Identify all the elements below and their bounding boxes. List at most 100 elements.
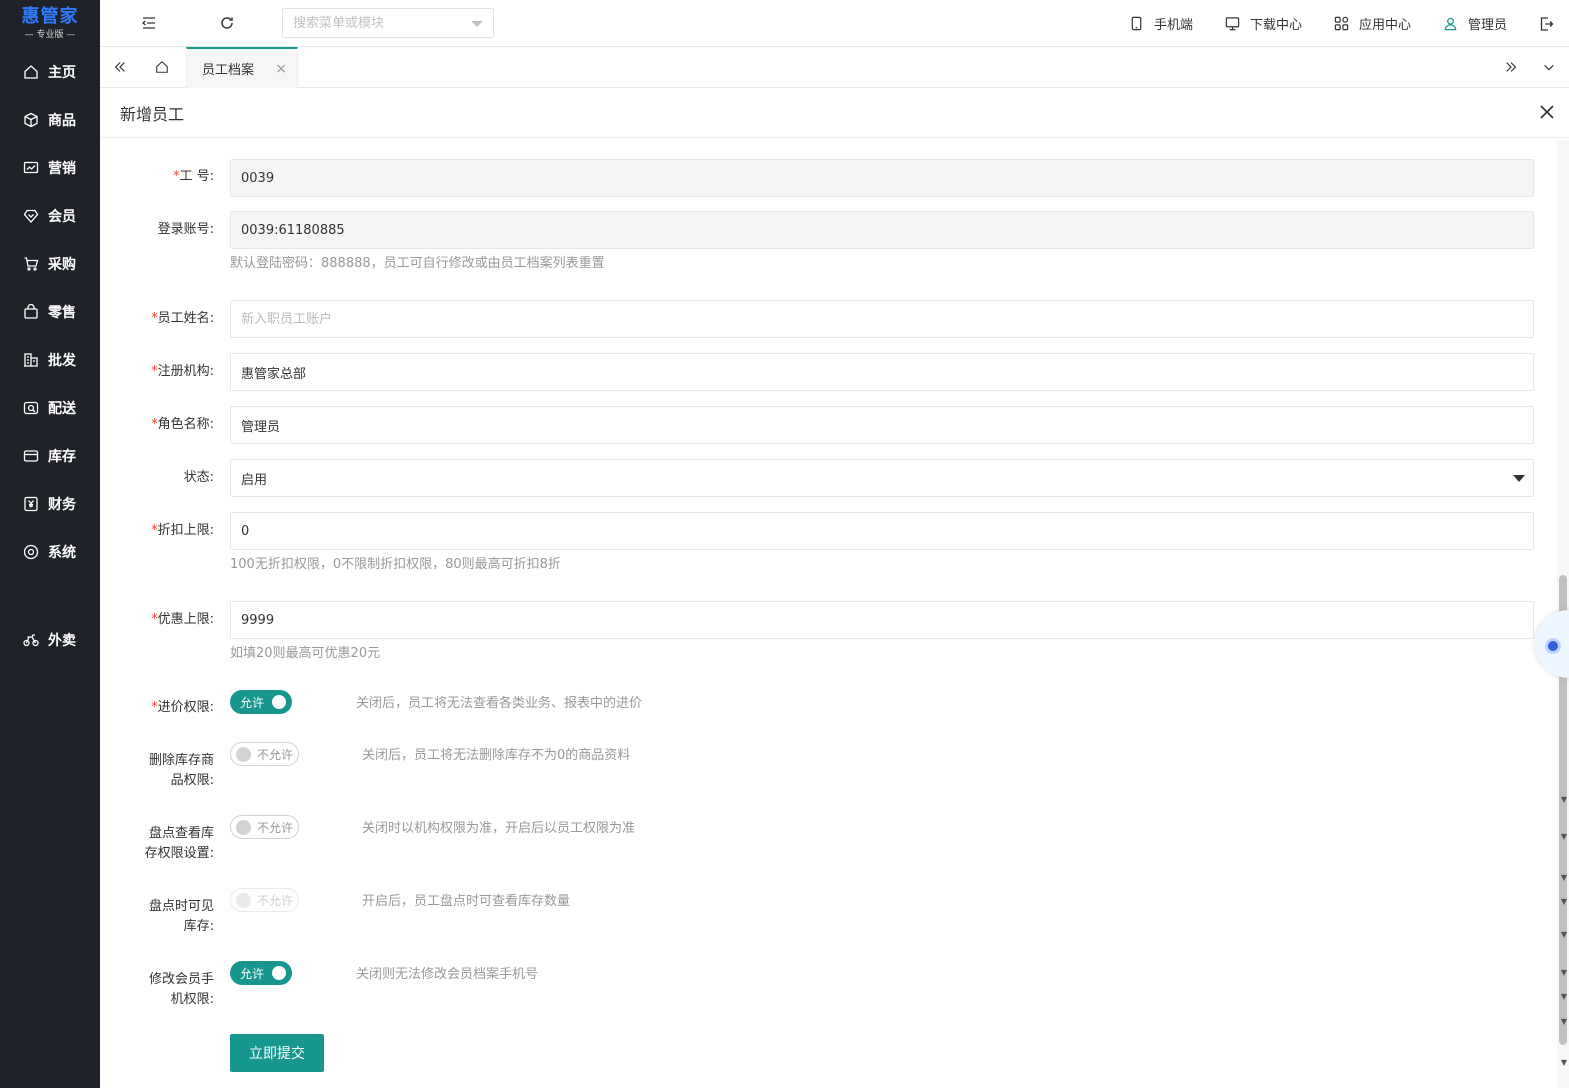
- stocktake-visible-switch[interactable]: 不允许: [230, 888, 299, 912]
- org-field[interactable]: [230, 353, 1534, 391]
- sidebar-item-label: 主页: [48, 65, 76, 81]
- monitor-icon: [1225, 17, 1240, 31]
- switch-knob: [272, 695, 286, 709]
- mobile-link[interactable]: 手机端: [1129, 14, 1193, 33]
- tab-label: 员工档案: [202, 63, 255, 78]
- phone-icon: [1131, 16, 1142, 31]
- scroll-arrow-icon: ▼: [1560, 1058, 1567, 1067]
- employee-no-label: *工 号:: [172, 169, 214, 184]
- chevron-down-icon: [471, 21, 483, 27]
- sidebar-nav: 主页 商品 营销 会员 采购 零售 批发 配送 库存 财务 系统 外卖: [0, 48, 100, 664]
- switch-label: 不允许: [257, 747, 294, 762]
- close-panel-icon[interactable]: [1539, 104, 1555, 120]
- org-label: *注册机构:: [151, 364, 214, 379]
- sidebar-item-finance[interactable]: 财务: [0, 480, 100, 528]
- refresh-icon[interactable]: [218, 14, 236, 32]
- stocktake-perm-desc: 关闭时以机构权限为准，开启后以员工权限为准: [362, 821, 636, 836]
- chart-icon: [22, 159, 40, 177]
- search-input[interactable]: [293, 15, 463, 31]
- switch-label: 不允许: [257, 893, 294, 908]
- user-menu[interactable]: 管理员: [1443, 14, 1507, 33]
- switch-label: 允许: [240, 695, 265, 710]
- bike-icon: [22, 631, 40, 649]
- scroll-arrow-icon: ▼: [1560, 1017, 1567, 1026]
- sidebar-item-marketing[interactable]: 营销: [0, 144, 100, 192]
- sidebar-item-takeout[interactable]: 外卖: [0, 616, 100, 664]
- login-account-field: [230, 211, 1534, 249]
- status-select[interactable]: 启用: [230, 459, 1534, 497]
- login-account-input: [241, 222, 1533, 238]
- sidebar-item-home[interactable]: 主页: [0, 48, 100, 96]
- switch-knob: [236, 820, 251, 835]
- sidebar-item-goods[interactable]: 商品: [0, 96, 100, 144]
- sidebar-item-delivery[interactable]: 配送: [0, 384, 100, 432]
- bag-icon: [22, 303, 40, 321]
- sidebar-item-label: 库存: [48, 449, 76, 465]
- edit-member-phone-switch[interactable]: 允许: [230, 961, 292, 985]
- tab-bar: 员工档案 ×: [100, 47, 1569, 88]
- download-center-link[interactable]: 下载中心: [1225, 14, 1302, 33]
- close-icon[interactable]: ×: [275, 61, 287, 77]
- promo-limit-hint: 如填20则最高可优惠20元: [230, 646, 381, 661]
- logout-icon[interactable]: [1539, 16, 1555, 32]
- logo[interactable]: 惠管家 — 专业版 —: [0, 0, 100, 47]
- app-window: 惠管家 — 专业版 — 主页 商品 营销 会员 采购 零售 批发 配送 库存 财…: [0, 0, 1569, 1088]
- employee-no-field: [230, 159, 1534, 197]
- menu-collapse-icon[interactable]: [140, 14, 158, 32]
- org-input[interactable]: [241, 364, 1533, 380]
- employee-name-input[interactable]: [241, 311, 1533, 327]
- role-field[interactable]: [230, 406, 1534, 444]
- scroll-arrow-icon: ▼: [1560, 992, 1567, 1001]
- home-tab-icon[interactable]: [142, 47, 182, 87]
- menu-search[interactable]: [282, 8, 494, 38]
- cart-icon: [22, 255, 40, 273]
- sidebar-item-label: 系统: [48, 545, 76, 561]
- switch-label: 允许: [240, 966, 265, 981]
- stocktake-visible-label: 盘点时可见 库存:: [148, 899, 214, 934]
- assistant-icon: [1545, 638, 1561, 654]
- discount-limit-input[interactable]: [241, 523, 1533, 539]
- sidebar-item-wholesale[interactable]: 批发: [0, 336, 100, 384]
- switch-knob: [236, 747, 251, 762]
- delete-stock-switch[interactable]: 不允许: [230, 742, 299, 766]
- app-center-link[interactable]: 应用中心: [1334, 14, 1411, 33]
- cost-price-switch[interactable]: 允许: [230, 690, 292, 714]
- tabs-scroll-left-icon[interactable]: [100, 47, 140, 87]
- promo-limit-label: *优惠上限:: [151, 612, 214, 627]
- sidebar-item-system[interactable]: 系统: [0, 528, 100, 576]
- scroll-arrow-icon: ▼: [1560, 897, 1567, 906]
- download-center-label: 下载中心: [1249, 18, 1302, 33]
- tab-employee-archive[interactable]: 员工档案 ×: [186, 47, 298, 88]
- top-bar-links: 手机端 下载中心 应用中心 管理员: [1129, 0, 1569, 47]
- user-icon: [1444, 17, 1457, 31]
- user-name: 管理员: [1467, 18, 1507, 33]
- logo-subtitle: — 专业版 —: [24, 29, 76, 40]
- app-center-label: 应用中心: [1358, 18, 1411, 33]
- discount-limit-field[interactable]: [230, 512, 1534, 550]
- discount-limit-hint: 100无折扣权限，0不限制折扣权限，80则最高可折扣8折: [230, 557, 561, 572]
- promo-limit-field[interactable]: [230, 601, 1534, 639]
- edit-member-phone-label: 修改会员手 机权限:: [148, 972, 214, 1007]
- sidebar-item-label: 财务: [48, 497, 76, 513]
- login-account-label: 登录账号:: [157, 222, 214, 237]
- submit-button[interactable]: 立即提交: [230, 1034, 324, 1072]
- switch-label: 不允许: [257, 820, 294, 835]
- sidebar-item-inventory[interactable]: 库存: [0, 432, 100, 480]
- tabs-scroll-right-icon[interactable]: [1491, 47, 1531, 87]
- sidebar: 惠管家 — 专业版 — 主页 商品 营销 会员 采购 零售 批发 配送 库存 财…: [0, 0, 100, 1088]
- delete-stock-desc: 关闭后，员工将无法删除库存不为0的商品资料: [362, 748, 631, 763]
- promo-limit-input[interactable]: [241, 612, 1533, 628]
- stocktake-visible-desc: 开启后，员工盘点时可查看库存数量: [362, 894, 571, 909]
- sidebar-item-purchase[interactable]: 采购: [0, 240, 100, 288]
- employee-name-field[interactable]: [230, 300, 1534, 338]
- cost-price-label: *进价权限:: [151, 700, 214, 715]
- stocktake-perm-switch[interactable]: 不允许: [230, 815, 299, 839]
- tabs-menu-chevron-down-icon[interactable]: [1529, 47, 1569, 87]
- role-label: *角色名称:: [151, 417, 214, 432]
- sidebar-item-member[interactable]: 会员: [0, 192, 100, 240]
- sidebar-item-label: 配送: [48, 401, 76, 417]
- role-input[interactable]: [241, 417, 1533, 433]
- switch-knob: [272, 966, 286, 980]
- content-panel: 新增员工 *工 号: 登录账号: 默认登陆密码：888888，员工可自行修改或由…: [100, 89, 1569, 1088]
- sidebar-item-retail[interactable]: 零售: [0, 288, 100, 336]
